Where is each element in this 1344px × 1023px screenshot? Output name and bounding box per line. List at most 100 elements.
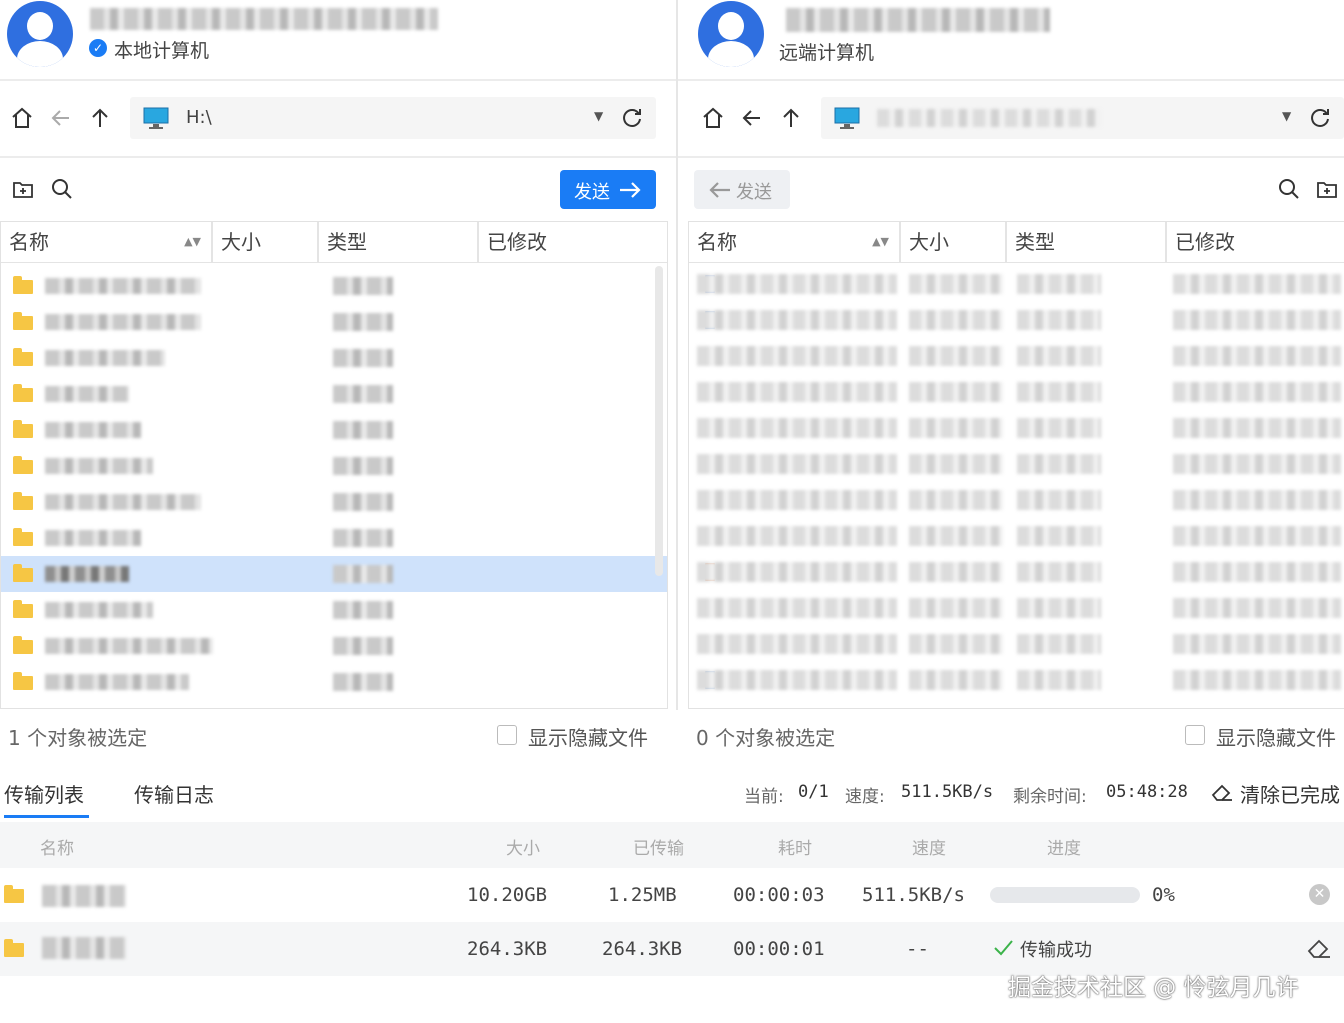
local-path: H:\ <box>186 107 212 128</box>
file-row[interactable] <box>1 592 667 628</box>
eraser-icon <box>1211 784 1232 801</box>
folder-icon <box>4 939 24 957</box>
file-row[interactable] <box>689 482 1344 518</box>
folder-icon <box>13 456 33 474</box>
file-row[interactable] <box>1 412 667 448</box>
file-type <box>1017 526 1101 546</box>
send-back-button[interactable]: 发送 <box>694 170 790 209</box>
file-row[interactable] <box>1 268 667 304</box>
column-header-modified[interactable]: 已修改 <box>479 222 667 262</box>
transfer-row[interactable]: 10.20GB 1.25MB 00:00:03 511.5KB/s 0% ✕ <box>0 868 1344 922</box>
remote-show-hidden-label: 显示隐藏文件 <box>1216 726 1336 750</box>
new-folder-icon[interactable] <box>1316 178 1338 200</box>
file-row[interactable] <box>689 518 1344 554</box>
remote-address-bar[interactable]: ▼ <box>821 97 1344 139</box>
file-size <box>909 346 1003 366</box>
sort-icon[interactable]: ▲▼ <box>184 222 201 262</box>
file-type <box>1017 490 1101 510</box>
send-button[interactable]: 发送 <box>560 170 656 209</box>
file-row[interactable] <box>689 662 1344 698</box>
refresh-icon[interactable] <box>620 106 644 130</box>
file-row[interactable] <box>1 628 667 664</box>
file-name <box>45 566 129 582</box>
file-size <box>909 274 1003 294</box>
file-row[interactable] <box>1 484 667 520</box>
folder-icon <box>13 564 33 582</box>
file-size <box>909 418 1003 438</box>
file-row[interactable] <box>689 626 1344 662</box>
column-header-size[interactable]: 大小 <box>213 222 319 262</box>
file-row[interactable] <box>689 590 1344 626</box>
file-row[interactable] <box>1 304 667 340</box>
file-type <box>1017 274 1101 294</box>
back-arrow-icon[interactable] <box>49 106 73 130</box>
transfer-speed: 511.5KB/s <box>862 884 965 906</box>
tab-transfer-log[interactable]: 传输日志 <box>134 779 214 808</box>
file-name <box>45 494 201 510</box>
home-icon[interactable] <box>10 106 34 130</box>
file-name <box>45 386 129 402</box>
file-row[interactable] <box>689 266 1344 302</box>
file-row[interactable] <box>1 664 667 700</box>
up-arrow-icon[interactable] <box>88 106 112 130</box>
file-row[interactable] <box>1 556 667 592</box>
local-show-hidden-checkbox[interactable] <box>497 725 517 745</box>
clear-completed-button[interactable]: 清除已完成 <box>1240 779 1340 808</box>
transfer-size: 264.3KB <box>467 938 548 960</box>
file-row[interactable] <box>1 520 667 556</box>
local-scrollbar[interactable] <box>655 266 663 576</box>
dropdown-caret-icon[interactable]: ▼ <box>594 109 603 123</box>
eraser-icon[interactable] <box>1306 936 1332 960</box>
file-row[interactable] <box>1 340 667 376</box>
refresh-icon[interactable] <box>1308 106 1332 130</box>
transfer-size: 10.20GB <box>467 884 548 906</box>
column-header-name[interactable]: 名称 ▲▼ <box>689 222 901 262</box>
file-row[interactable] <box>1 448 667 484</box>
file-row[interactable] <box>689 302 1344 338</box>
search-icon[interactable] <box>1278 178 1300 200</box>
column-header-type[interactable]: 类型 <box>1007 222 1167 262</box>
column-header-size: 大小 <box>506 839 540 859</box>
file-type <box>333 421 393 439</box>
monitor-icon <box>834 107 860 129</box>
column-header-size[interactable]: 大小 <box>901 222 1007 262</box>
file-size <box>909 382 1003 402</box>
up-arrow-icon[interactable] <box>779 106 803 130</box>
file-row[interactable] <box>1 376 667 412</box>
cancel-transfer-icon[interactable]: ✕ <box>1309 884 1330 905</box>
home-icon[interactable] <box>701 106 725 130</box>
sort-icon[interactable]: ▲▼ <box>872 222 889 262</box>
file-name <box>697 346 897 366</box>
active-tab-indicator <box>4 815 89 818</box>
file-type <box>333 457 393 475</box>
file-name <box>697 562 897 582</box>
file-row[interactable] <box>689 410 1344 446</box>
back-arrow-icon[interactable] <box>740 106 764 130</box>
remote-computer-name <box>786 8 1050 32</box>
file-name <box>697 490 897 510</box>
file-type <box>333 349 393 367</box>
new-folder-icon[interactable] <box>12 178 34 200</box>
transfer-speed: -- <box>906 938 929 960</box>
file-row[interactable] <box>689 554 1344 590</box>
column-header-name[interactable]: 名称 ▲▼ <box>1 222 213 262</box>
file-row[interactable] <box>689 374 1344 410</box>
file-type <box>1017 382 1101 402</box>
transfer-transferred: 264.3KB <box>602 938 683 960</box>
file-type <box>333 637 393 655</box>
local-address-bar[interactable]: H:\ ▼ <box>130 97 656 139</box>
file-row[interactable] <box>689 338 1344 374</box>
column-header-modified[interactable]: 已修改 <box>1167 222 1344 262</box>
remote-subtitle: 远端计算机 <box>779 42 875 64</box>
file-name <box>697 382 897 402</box>
transfer-progress-bar <box>990 887 1140 903</box>
column-header-type[interactable]: 类型 <box>319 222 479 262</box>
dropdown-caret-icon[interactable]: ▼ <box>1282 109 1291 123</box>
local-avatar <box>7 1 73 67</box>
tab-transfer-list[interactable]: 传输列表 <box>4 779 84 808</box>
search-icon[interactable] <box>51 178 73 200</box>
local-subtitle: 本地计算机 <box>114 40 210 62</box>
remote-show-hidden-checkbox[interactable] <box>1185 725 1205 745</box>
file-row[interactable] <box>689 446 1344 482</box>
check-icon <box>994 940 1013 956</box>
